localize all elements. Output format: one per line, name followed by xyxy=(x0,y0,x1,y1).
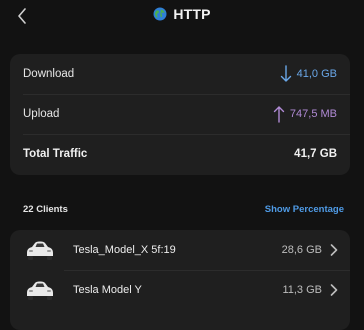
client-traffic: 11,3 GB xyxy=(282,284,322,296)
total-traffic-label: Total Traffic xyxy=(23,148,88,160)
upload-value: 747,5 MB xyxy=(289,108,337,120)
upload-row: Upload 747,5 MB xyxy=(10,94,350,134)
clients-section-header: 22 Clients Show Percentage xyxy=(23,204,344,215)
car-icon xyxy=(27,281,53,300)
chevron-right-icon xyxy=(330,244,338,256)
car-icon xyxy=(27,241,53,260)
client-name: Tesla_Model_X 5f:19 xyxy=(73,244,176,256)
client-name: Tesla Model Y xyxy=(73,284,142,296)
clients-list: Tesla_Model_X 5f:19 28,6 GB Tesla Model … xyxy=(10,230,350,330)
total-traffic-row: Total Traffic 41,7 GB xyxy=(10,134,350,174)
upload-label: Upload xyxy=(23,108,60,120)
client-traffic: 28,6 GB xyxy=(281,244,322,256)
traffic-summary-card: Download 41,0 GB Upload 747,5 MB Total T… xyxy=(10,54,350,175)
page-title: HTTP xyxy=(173,6,211,22)
arrow-up-icon xyxy=(273,106,285,123)
download-value: 41,0 GB xyxy=(296,68,337,80)
title-group: HTTP xyxy=(0,6,364,22)
globe-icon xyxy=(153,7,167,21)
total-traffic-value: 41,7 GB xyxy=(294,148,337,160)
arrow-down-icon xyxy=(280,65,291,82)
header: HTTP xyxy=(0,0,364,34)
clients-count: 22 Clients xyxy=(23,204,68,215)
download-row: Download 41,0 GB xyxy=(10,54,350,94)
list-item[interactable]: Tesla_Model_X 5f:19 28,6 GB xyxy=(10,230,350,270)
download-label: Download xyxy=(23,68,75,80)
download-value-group: 41,0 GB xyxy=(280,65,337,83)
chevron-right-icon xyxy=(330,284,338,296)
list-item[interactable]: Tesla Model Y 11,3 GB xyxy=(10,270,350,310)
show-percentage-button[interactable]: Show Percentage xyxy=(265,204,344,215)
upload-value-group: 747,5 MB xyxy=(273,105,337,123)
